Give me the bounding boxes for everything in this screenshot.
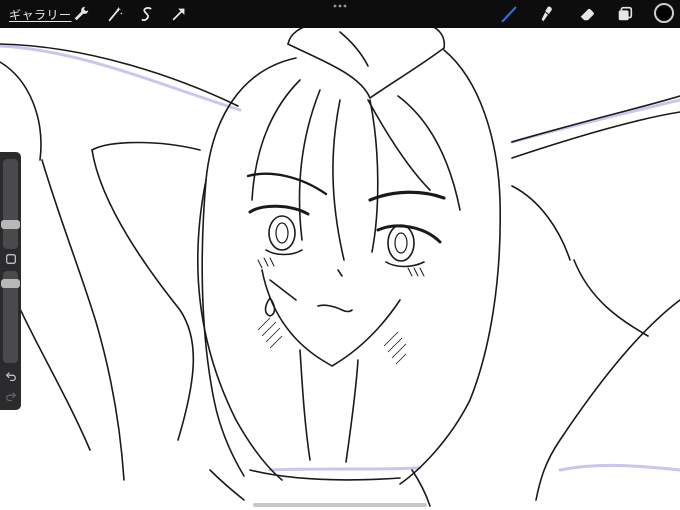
gallery-button[interactable]: ギャラリー: [9, 6, 72, 23]
line-art-drawing: [0, 28, 680, 507]
opacity-thumb[interactable]: [1, 279, 20, 288]
home-indicator: [253, 503, 427, 507]
brush-icon[interactable]: [498, 3, 520, 25]
smudge-icon[interactable]: [536, 3, 558, 25]
left-sidebar: [0, 152, 21, 410]
undo-icon[interactable]: [3, 369, 18, 384]
wrench-icon[interactable]: [70, 3, 92, 25]
brush-size-slider[interactable]: [1, 159, 20, 249]
transform-arrow-icon[interactable]: [168, 3, 190, 25]
square-icon[interactable]: [3, 251, 18, 266]
magic-wand-icon[interactable]: [104, 3, 126, 25]
eraser-icon[interactable]: [576, 3, 598, 25]
top-toolbar: ギャラリー: [0, 0, 680, 28]
drawing-canvas[interactable]: [0, 28, 680, 510]
more-dots-icon[interactable]: [331, 1, 349, 11]
redo-icon[interactable]: [3, 389, 18, 404]
layers-icon[interactable]: [614, 3, 636, 25]
selection-s-icon[interactable]: [136, 3, 158, 25]
color-swatch[interactable]: [654, 3, 674, 23]
brush-size-thumb[interactable]: [1, 220, 20, 229]
opacity-slider[interactable]: [1, 271, 20, 363]
